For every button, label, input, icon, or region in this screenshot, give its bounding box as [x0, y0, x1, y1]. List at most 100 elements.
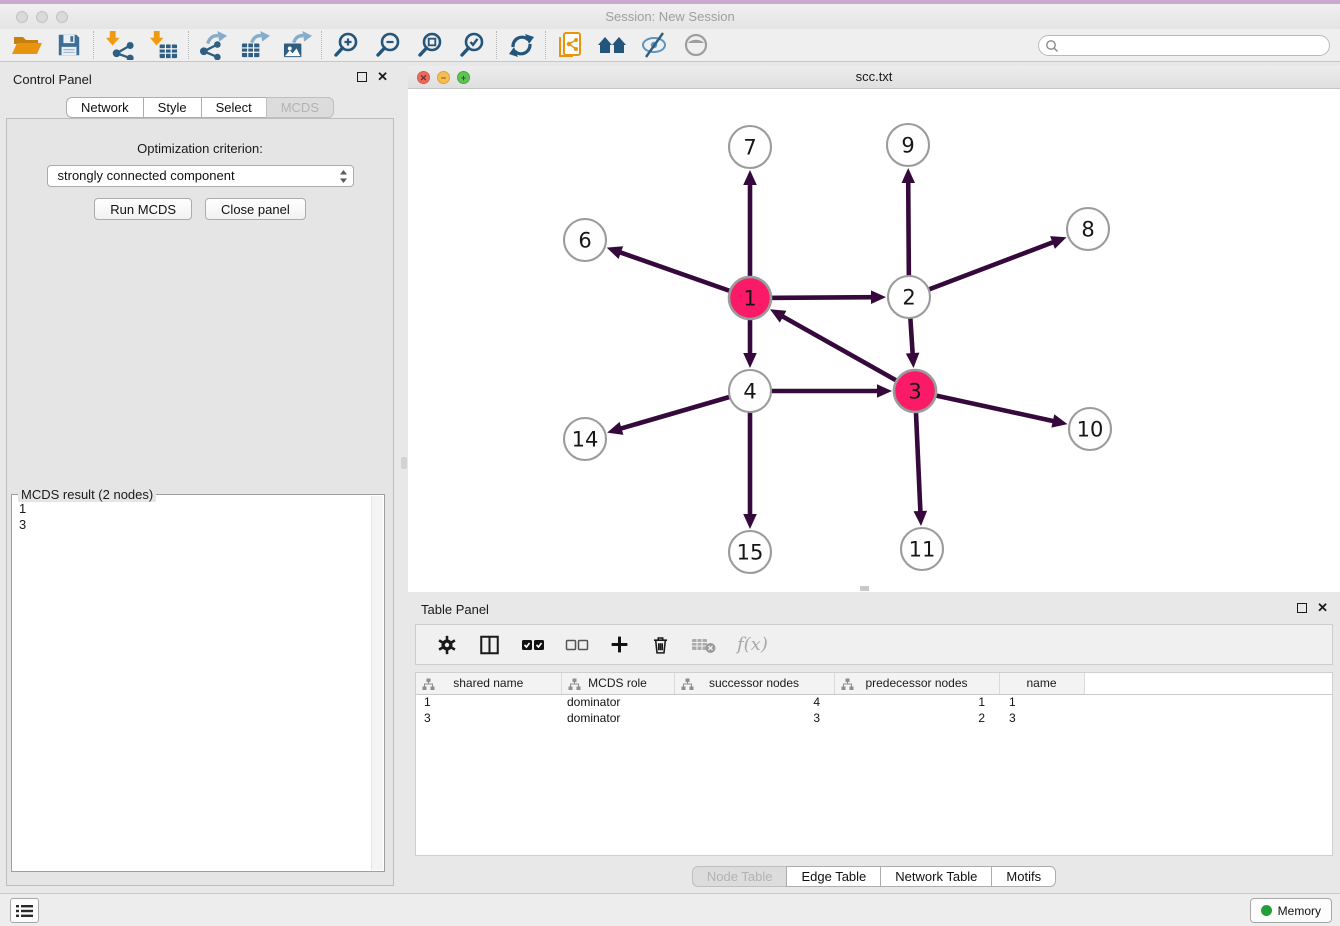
canvas-scroll-handle[interactable]	[860, 586, 869, 591]
table-cell[interactable]: dominator	[561, 694, 674, 710]
zoom-in-icon	[332, 31, 360, 59]
tab-network-table[interactable]: Network Table	[880, 866, 992, 887]
tab-motifs[interactable]: Motifs	[991, 866, 1056, 887]
table-cell[interactable]: 3	[999, 710, 1084, 726]
double-home-button[interactable]	[591, 29, 633, 61]
export-table-button[interactable]	[234, 29, 276, 61]
splitter-handle[interactable]	[401, 457, 407, 469]
network-graph[interactable]: 7968124314101511	[408, 89, 1340, 592]
delete-table-button[interactable]	[691, 636, 717, 654]
add-column-button[interactable]	[609, 634, 630, 655]
float-panel-icon[interactable]	[357, 72, 367, 82]
column-header-shared-name[interactable]: shared name	[416, 673, 561, 694]
criterion-select[interactable]: strongly connected component	[47, 165, 354, 187]
select-all-columns-button[interactable]	[521, 638, 545, 652]
column-header-mcds-role[interactable]: MCDS role	[561, 673, 674, 694]
table-cell[interactable]: dominator	[561, 710, 674, 726]
memory-status-icon	[1261, 905, 1272, 916]
search-icon	[1045, 39, 1059, 53]
network-canvas[interactable]: 7968124314101511	[408, 89, 1340, 592]
unselect-all-columns-button[interactable]	[565, 638, 589, 652]
graph-edge-2-8[interactable]	[909, 241, 1055, 297]
network-document-button[interactable]	[549, 29, 591, 61]
close-panel-icon[interactable]: ✕	[377, 71, 388, 83]
vertical-splitter[interactable]	[400, 62, 408, 893]
graph-edge-arrowhead	[607, 246, 623, 259]
control-panel-tabs: NetworkStyleSelectMCDS	[0, 97, 400, 118]
float-table-panel-icon[interactable]	[1297, 603, 1307, 613]
zoom-out-button[interactable]	[367, 29, 409, 61]
mcds-result-item[interactable]: 1	[19, 501, 384, 517]
import-network-button[interactable]	[97, 29, 141, 61]
graph-edge-arrowhead	[1050, 236, 1066, 249]
table-cell[interactable]: 4	[674, 694, 834, 710]
tab-select[interactable]: Select	[201, 97, 267, 118]
run-mcds-button[interactable]: Run MCDS	[94, 198, 192, 220]
table-cell[interactable]: 1	[999, 694, 1084, 710]
table-cell[interactable]: 2	[834, 710, 999, 726]
zoom-in-button[interactable]	[325, 29, 367, 61]
export-network-button[interactable]	[192, 29, 234, 61]
node-table[interactable]: shared name MCDS role successor nodes pr…	[415, 672, 1333, 856]
graph-node-label: 11	[909, 537, 936, 561]
table-settings-button[interactable]	[436, 634, 458, 656]
network-window-titlebar[interactable]: ✕ − + scc.txt	[408, 66, 1340, 89]
refresh-layout-button[interactable]	[500, 29, 542, 61]
window-controls[interactable]	[16, 11, 68, 23]
maximize-network-icon[interactable]: +	[457, 71, 470, 84]
zoom-selected-button[interactable]	[451, 29, 493, 61]
graph-node-label: 14	[572, 427, 599, 451]
graph-node-label: 1	[743, 286, 756, 310]
split-columns-button[interactable]	[478, 634, 501, 656]
tab-node-table[interactable]: Node Table	[692, 866, 788, 887]
minimize-window-dot[interactable]	[36, 11, 48, 23]
close-network-icon[interactable]: ✕	[417, 71, 430, 84]
zoom-fit-button[interactable]	[409, 29, 451, 61]
trash-icon	[650, 634, 671, 656]
column-header-name[interactable]: name	[999, 673, 1084, 694]
import-table-button[interactable]	[141, 29, 185, 61]
hide-eye-button[interactable]	[633, 29, 675, 61]
import-network-icon	[104, 30, 135, 60]
eye-slash-icon	[640, 32, 668, 58]
minimize-network-icon[interactable]: −	[437, 71, 450, 84]
mcds-result-title: MCDS result (2 nodes)	[18, 487, 156, 502]
table-row[interactable]: 3dominator323	[416, 710, 1332, 726]
close-table-panel-icon[interactable]: ✕	[1317, 602, 1328, 614]
column-header-predecessor-nodes[interactable]: predecessor nodes	[834, 673, 999, 694]
result-scrollbar[interactable]	[371, 496, 383, 870]
mcds-result-item[interactable]: 3	[19, 517, 384, 533]
zoom-window-dot[interactable]	[56, 11, 68, 23]
task-history-button[interactable]	[10, 898, 39, 923]
graph-edge-arrowhead	[914, 511, 928, 526]
table-row[interactable]: 1dominator411	[416, 694, 1332, 710]
network-view-window: ✕ − + scc.txt 7968124314101511	[408, 66, 1340, 592]
network-window-controls[interactable]: ✕ − +	[417, 71, 470, 84]
memory-button[interactable]: Memory	[1250, 898, 1332, 923]
column-header-successor-nodes[interactable]: successor nodes	[674, 673, 834, 694]
table-cell[interactable]: 3	[674, 710, 834, 726]
hierarchy-icon	[568, 678, 581, 694]
export-image-button[interactable]	[276, 29, 318, 61]
function-builder-button[interactable]: f(x)	[737, 634, 768, 655]
close-window-dot[interactable]	[16, 11, 28, 23]
close-panel-button[interactable]: Close panel	[205, 198, 306, 220]
graph-edge-3-1[interactable]	[781, 315, 916, 391]
tab-edge-table[interactable]: Edge Table	[786, 866, 881, 887]
table-cell[interactable]: 1	[416, 694, 561, 710]
table-cell[interactable]: 3	[416, 710, 561, 726]
search-input[interactable]	[1059, 37, 1329, 54]
tab-network[interactable]: Network	[66, 97, 144, 118]
save-session-button[interactable]	[48, 29, 90, 61]
open-session-button[interactable]	[6, 29, 48, 61]
search-field[interactable]	[1038, 35, 1330, 56]
save-floppy-icon	[56, 32, 82, 58]
graph-node-label: 7	[743, 135, 756, 159]
show-eye-button[interactable]	[675, 29, 717, 61]
tab-mcds[interactable]: MCDS	[266, 97, 334, 118]
tab-style[interactable]: Style	[143, 97, 202, 118]
network-title: scc.txt	[408, 66, 1340, 88]
zoom-selected-icon	[458, 31, 486, 59]
table-cell[interactable]: 1	[834, 694, 999, 710]
delete-column-button[interactable]	[650, 634, 671, 656]
